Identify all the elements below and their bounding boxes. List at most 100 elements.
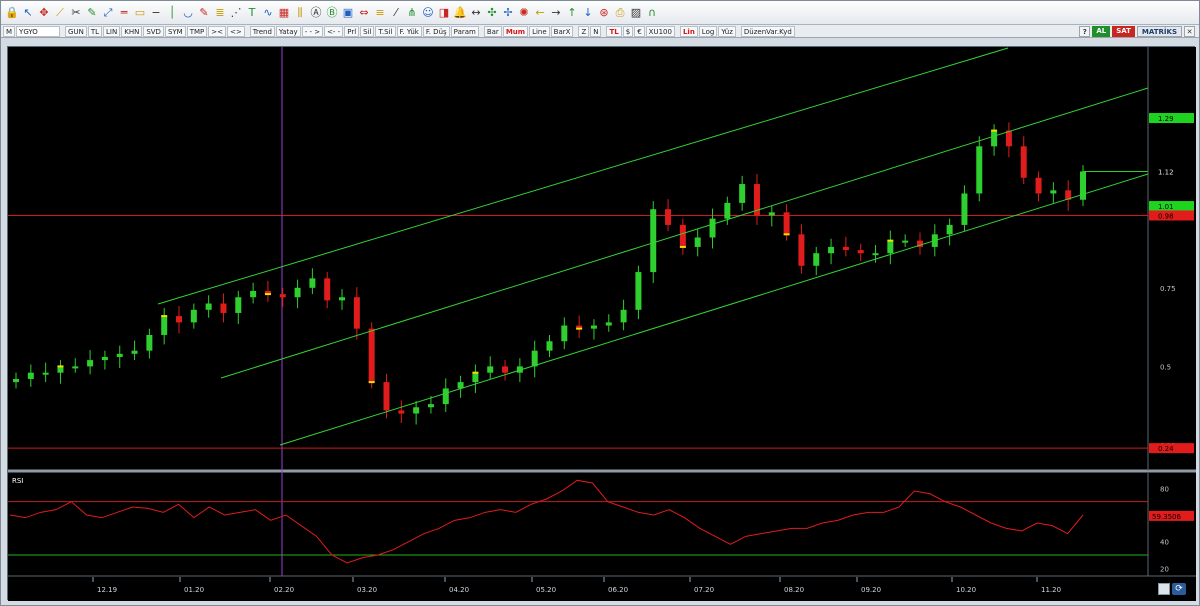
abc2-icon[interactable]: Ⓑ bbox=[325, 6, 339, 20]
currency-3[interactable]: XU100 bbox=[645, 25, 675, 37]
symbol-field[interactable]: YGYO bbox=[16, 25, 61, 37]
currency-1[interactable]: $ bbox=[622, 25, 634, 37]
draw-6[interactable]: T.Sil bbox=[375, 25, 396, 37]
nav-button[interactable]: <> bbox=[227, 25, 245, 37]
candle-body bbox=[205, 303, 212, 310]
mode-gun[interactable]: GUN bbox=[65, 25, 87, 37]
smile-icon[interactable]: ☺ bbox=[421, 6, 435, 20]
arrow-left-icon[interactable]: ← bbox=[533, 6, 547, 20]
arrow-up-icon[interactable]: ↑ bbox=[565, 6, 579, 20]
help-icon[interactable]: ? bbox=[1079, 26, 1091, 37]
text-icon[interactable]: T bbox=[245, 6, 259, 20]
fib-icon[interactable]: ≣ bbox=[213, 6, 227, 20]
close-icon[interactable]: ✕ bbox=[1184, 26, 1195, 37]
lines-icon[interactable]: ≡ bbox=[373, 6, 387, 20]
scale-lin[interactable]: Lin bbox=[679, 25, 698, 37]
nav-button[interactable]: >< bbox=[208, 25, 226, 37]
note-icon[interactable]: ◨ bbox=[437, 6, 451, 20]
star-icon[interactable]: ✺ bbox=[517, 6, 531, 20]
candle-body bbox=[768, 212, 775, 216]
mode-tl[interactable]: TL bbox=[87, 25, 103, 37]
crosshair-icon[interactable]: ✥ bbox=[37, 6, 51, 20]
draw-8[interactable]: F. Düş bbox=[422, 25, 450, 37]
gann-icon[interactable]: ⋰ bbox=[229, 6, 243, 20]
doji-mark bbox=[264, 293, 271, 296]
chart-panel[interactable]: 10.750.50.251.291.121.010.980.24RSI80604… bbox=[7, 46, 1196, 601]
menu-button[interactable]: M bbox=[3, 25, 16, 37]
draw-9[interactable]: Param bbox=[450, 25, 479, 37]
sync-icon[interactable]: ⟳ bbox=[1172, 583, 1186, 595]
mode-sym[interactable]: SYM bbox=[164, 25, 186, 37]
currency-0[interactable]: TL bbox=[606, 25, 622, 37]
vline-icon[interactable]: │ bbox=[165, 6, 179, 20]
price-chart[interactable]: 10.750.50.251.291.121.010.980.24RSI80604… bbox=[8, 47, 1196, 601]
abc-icon[interactable]: Ⓐ bbox=[309, 6, 323, 20]
lock-icon[interactable]: 🔒 bbox=[5, 6, 19, 20]
draw-7[interactable]: F. Yük bbox=[396, 25, 422, 37]
minus-icon[interactable]: − bbox=[149, 6, 163, 20]
expand-h-icon[interactable]: ↔ bbox=[469, 6, 483, 20]
sell-button[interactable]: SAT bbox=[1112, 26, 1135, 37]
scale-yüz[interactable]: Yüz bbox=[718, 25, 736, 37]
expand-icon[interactable]: ✣ bbox=[485, 6, 499, 20]
candle-body bbox=[887, 240, 894, 254]
pencil-icon[interactable]: ✎ bbox=[85, 6, 99, 20]
rsi-tick-label: 20 bbox=[1160, 565, 1169, 573]
draw-5[interactable]: Sil bbox=[360, 25, 375, 37]
misc-n[interactable]: N bbox=[590, 25, 602, 37]
line-tool-icon[interactable]: ⟋ bbox=[53, 6, 67, 20]
magnet-icon[interactable]: ∩ bbox=[645, 6, 659, 20]
doji-mark bbox=[887, 239, 894, 242]
grid-icon[interactable]: ▦ bbox=[277, 6, 291, 20]
draw-4[interactable]: Prl bbox=[344, 25, 360, 37]
mode-svd[interactable]: SVD bbox=[143, 25, 164, 37]
trend-icon[interactable]: ⤢ bbox=[101, 6, 115, 20]
edit-variables[interactable]: DüzenVar.Kyd bbox=[740, 25, 795, 37]
time-label: 06.20 bbox=[608, 586, 628, 594]
draw-0[interactable]: Trend bbox=[249, 25, 275, 37]
candle-body bbox=[101, 356, 108, 361]
chart-type-bar[interactable]: Bar bbox=[483, 25, 502, 37]
mode-tmp[interactable]: TMP bbox=[186, 25, 208, 37]
mode-lin[interactable]: LIN bbox=[103, 25, 121, 37]
bars-icon[interactable]: ⫼ bbox=[293, 6, 307, 20]
chart-type-mum[interactable]: Mum bbox=[502, 25, 529, 37]
chart-type-barx[interactable]: BarX bbox=[550, 25, 574, 37]
pen-icon[interactable]: ✎ bbox=[197, 6, 211, 20]
time-label: 10.20 bbox=[956, 586, 976, 594]
shrink-icon[interactable]: ✢ bbox=[501, 6, 515, 20]
candle-body bbox=[116, 353, 123, 357]
hline-icon[interactable]: ═ bbox=[117, 6, 131, 20]
candle-body bbox=[87, 360, 94, 367]
candle-body bbox=[161, 316, 168, 335]
chart-type-line[interactable]: Line bbox=[529, 25, 550, 37]
rect-icon[interactable]: ▣ bbox=[341, 6, 355, 20]
brush-icon[interactable]: ⁄ bbox=[389, 6, 403, 20]
arrow-right-icon[interactable]: → bbox=[549, 6, 563, 20]
draw-2[interactable]: - - > bbox=[301, 25, 324, 37]
hline2-icon[interactable]: ▭ bbox=[133, 6, 147, 20]
mode-khn[interactable]: KHN bbox=[121, 25, 143, 37]
fan-icon[interactable]: ⋔ bbox=[405, 6, 419, 20]
currency-2[interactable]: € bbox=[634, 25, 645, 37]
zoom-icon[interactable]: ⊛ bbox=[597, 6, 611, 20]
arc-icon[interactable]: ◡ bbox=[181, 6, 195, 20]
cycle-icon[interactable]: ∿ bbox=[261, 6, 275, 20]
cursor-icon[interactable]: ↖ bbox=[21, 6, 35, 20]
candle-body bbox=[709, 218, 716, 238]
time-label: 08.20 bbox=[784, 586, 804, 594]
bell-icon[interactable]: 🔔 bbox=[453, 6, 467, 20]
image-icon[interactable]: ▨ bbox=[629, 6, 643, 20]
misc-z[interactable]: Z bbox=[578, 25, 590, 37]
arrows-icon[interactable]: ⇔ bbox=[357, 6, 371, 20]
arrow-down-icon[interactable]: ↓ bbox=[581, 6, 595, 20]
window-icon[interactable] bbox=[1158, 583, 1170, 595]
rsi-value-label: 59.3506 bbox=[1152, 513, 1181, 521]
tools-icon[interactable]: ✂ bbox=[69, 6, 83, 20]
draw-3[interactable]: <- - bbox=[324, 25, 344, 37]
buy-button[interactable]: AL bbox=[1092, 26, 1111, 37]
print-icon[interactable]: ⎙ bbox=[613, 6, 627, 20]
scale-log[interactable]: Log bbox=[698, 25, 718, 37]
candle-body bbox=[635, 272, 642, 310]
draw-1[interactable]: Yatay bbox=[275, 25, 301, 37]
